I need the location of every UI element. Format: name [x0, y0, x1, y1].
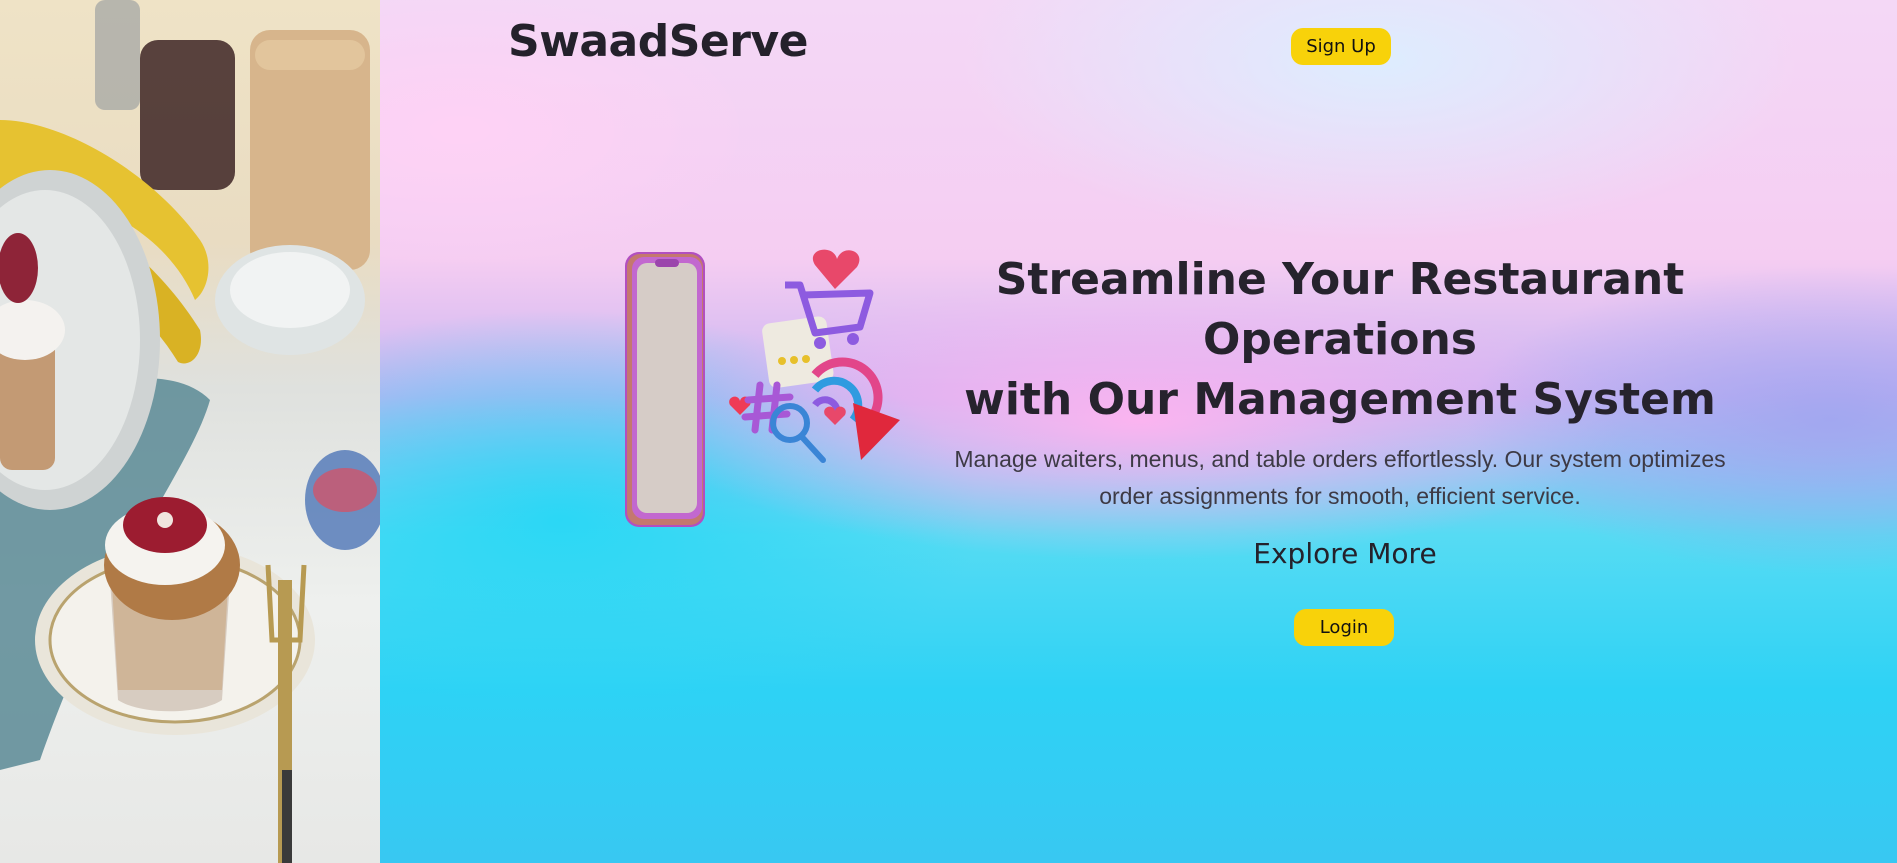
hero-section: SwaadServe Sign Up Streamline Your Resta… — [380, 0, 1897, 863]
muffins-photo-image — [0, 0, 380, 863]
landing-page: SwaadServe Sign Up Streamline Your Resta… — [0, 0, 1897, 863]
headline-line-1: Streamline Your Restaurant — [995, 254, 1685, 305]
hero-description: Manage waiters, menus, and table orders … — [954, 446, 1726, 509]
signup-button[interactable]: Sign Up — [1291, 28, 1391, 65]
side-photo — [0, 0, 380, 863]
hero-headline: Streamline Your Restaurant Operations wi… — [940, 250, 1740, 430]
phone-shopping-illustration — [625, 249, 900, 527]
headline-line-2: Operations — [1203, 314, 1477, 365]
headline-line-3: with Our Management System — [964, 374, 1716, 425]
brand-logo[interactable]: SwaadServe — [508, 16, 808, 67]
explore-more-link[interactable]: Explore More — [1140, 537, 1550, 570]
login-button[interactable]: Login — [1294, 609, 1394, 646]
